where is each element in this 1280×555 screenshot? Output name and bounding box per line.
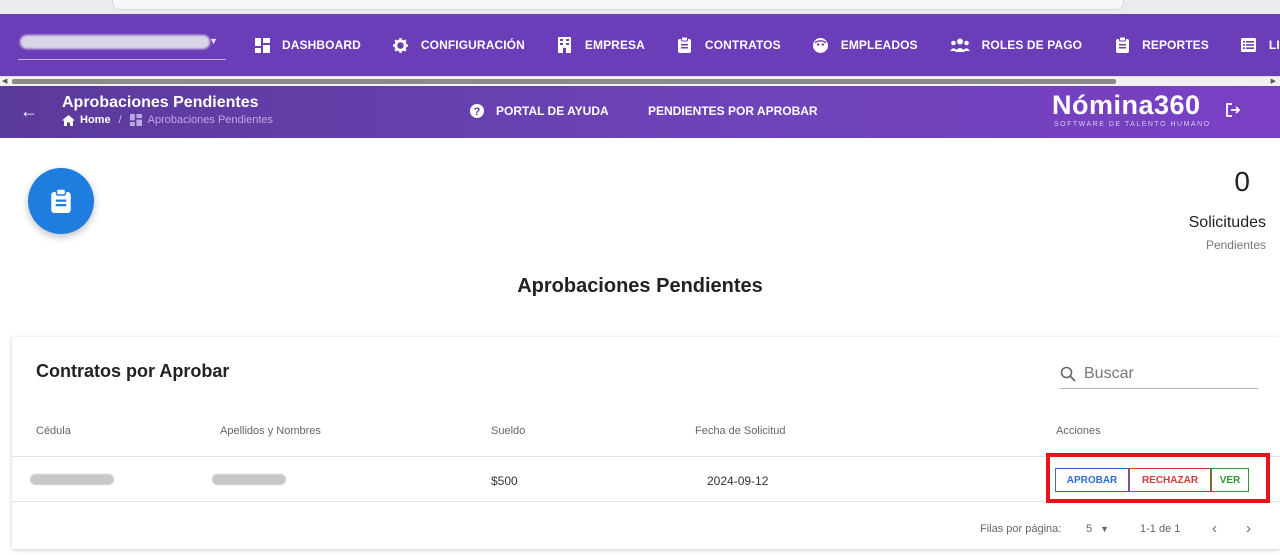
nav-item-label: LI [1268, 38, 1280, 52]
help-icon: ? [470, 104, 484, 118]
cedula-cell-redacted [30, 474, 114, 485]
dashboard-icon [254, 37, 270, 53]
chevron-down-icon: ▼ [209, 36, 218, 46]
users-icon [949, 37, 970, 53]
face-icon [813, 37, 829, 53]
gear-icon [393, 37, 409, 53]
building-icon [557, 37, 573, 53]
rows-per-page-value: 5 [1086, 523, 1093, 535]
stats-section: 0 Solicitudes Pendientes Aprobaciones Pe… [0, 138, 1280, 297]
scrollbar-thumb[interactable] [12, 79, 1116, 84]
reject-button[interactable]: RECHAZAR [1129, 468, 1211, 492]
sub-header: ← Aprobaciones Pendientes Home / Aprobac… [0, 86, 1280, 138]
address-bar[interactable] [112, 0, 1124, 10]
scroll-left-icon[interactable]: ◀ [2, 77, 7, 85]
nav-item-dashboard[interactable]: DASHBOARD [254, 37, 361, 53]
next-page-icon[interactable]: › [1246, 520, 1251, 537]
view-button[interactable]: VER [1211, 468, 1249, 492]
section-title: Aprobaciones Pendientes [517, 275, 763, 297]
card-title: Contratos por Aprobar [36, 361, 230, 381]
nav-item-label: EMPRESA [584, 38, 645, 52]
nav-item-roles-de-pago[interactable]: ROLES DE PAGO [949, 37, 1083, 53]
company-select[interactable]: ▼ [18, 30, 226, 60]
horizontal-scrollbar[interactable]: ◀ ▶ [0, 76, 1280, 86]
list-icon [1241, 37, 1257, 53]
search-input[interactable] [1084, 364, 1244, 383]
nav-item-li[interactable]: LI [1241, 37, 1280, 53]
nav-item-label: CONTRATOS [704, 38, 781, 52]
brand-tagline: SOFTWARE DE TALENTO HUMANO [1054, 121, 1211, 128]
column-header-acciones: Acciones [1056, 425, 1101, 437]
column-header-cedula[interactable]: Cédula [36, 425, 71, 437]
brand-logo: Nómina360 SOFTWARE DE TALENTO HUMANO [1052, 90, 1222, 128]
clipboard-icon [677, 37, 693, 53]
nav-item-configuracion[interactable]: CONFIGURACIÓN [393, 37, 525, 53]
breadcrumb-separator: / [118, 114, 122, 126]
table-header: Cédula Apellidos y Nombres Sueldo Fecha … [12, 415, 1280, 457]
column-header-fecha[interactable]: Fecha de Solicitud [695, 425, 786, 437]
breadcrumb-current: Aprobaciones Pendientes [129, 114, 273, 126]
pending-count-label: Solicitudes [1188, 214, 1266, 231]
nav-item-label: EMPLEADOS [840, 38, 918, 52]
nav-items: DASHBOARD CONFIGURACIÓN EMPRESA CONTRATO… [254, 14, 1280, 76]
pending-count: 0 [1234, 166, 1250, 197]
fecha-cell: 2024-09-12 [707, 474, 769, 488]
nav-item-label: ROLES DE PAGO [981, 38, 1083, 52]
scroll-right-icon[interactable]: ▶ [1271, 77, 1276, 85]
nav-item-label: REPORTES [1142, 38, 1209, 52]
breadcrumb: Home / Aprobaciones Pendientes [62, 114, 273, 126]
home-icon [62, 114, 75, 126]
nav-item-reportes[interactable]: REPORTES [1114, 37, 1209, 53]
search-field[interactable] [1060, 359, 1258, 389]
nav-item-label: CONFIGURACIÓN [420, 38, 525, 52]
prev-page-icon[interactable]: ‹ [1212, 520, 1217, 537]
column-header-nombres[interactable]: Apellidos y Nombres [220, 425, 321, 437]
breadcrumb-home-label: Home [80, 114, 111, 126]
logout-icon[interactable] [1226, 103, 1241, 122]
rows-per-page-select[interactable]: 5 ▼ [1086, 523, 1109, 535]
main-navbar: ▼ DASHBOARD CONFIGURACIÓN EMPRESA CONTRA… [0, 14, 1280, 76]
breadcrumb-current-label: Aprobaciones Pendientes [147, 114, 273, 126]
approve-button[interactable]: APROBAR [1055, 468, 1129, 492]
dashboard-icon [129, 114, 142, 126]
contracts-card: Contratos por Aprobar Cédula Apellidos y… [12, 337, 1280, 549]
svg-text:?: ? [474, 106, 481, 118]
row-actions: APROBAR RECHAZAR VER [1055, 468, 1249, 492]
help-portal-link[interactable]: ? PORTAL DE AYUDA [470, 104, 609, 118]
nombres-cell-redacted [212, 474, 286, 485]
pending-approval-link[interactable]: PENDIENTES POR APROBAR [648, 104, 818, 118]
page-range: 1-1 de 1 [1140, 523, 1181, 535]
back-arrow-icon[interactable]: ← [20, 101, 38, 122]
search-icon [1060, 366, 1076, 382]
clipboard-badge [28, 168, 94, 234]
nav-item-contratos[interactable]: CONTRATOS [677, 37, 781, 53]
rows-per-page-label: Filas por página: [980, 523, 1062, 535]
page-title: Aprobaciones Pendientes [62, 94, 259, 111]
column-header-sueldo[interactable]: Sueldo [491, 425, 525, 437]
nav-item-empresa[interactable]: EMPRESA [557, 37, 645, 53]
nav-item-label: DASHBOARD [282, 38, 361, 52]
sueldo-cell: $500 [491, 474, 518, 488]
help-portal-label: PORTAL DE AYUDA [496, 104, 609, 118]
clipboard-icon [1114, 37, 1130, 53]
chevron-down-icon: ▼ [1100, 524, 1110, 534]
brand-name: Nómina360 [1052, 90, 1201, 120]
browser-address-strip [0, 0, 1280, 14]
breadcrumb-home[interactable]: Home [62, 114, 111, 126]
nav-item-empleados[interactable]: EMPLEADOS [813, 37, 918, 53]
company-value-redacted [20, 35, 210, 49]
pending-count-sublabel: Pendientes [1205, 238, 1266, 252]
clipboard-icon [51, 189, 71, 213]
